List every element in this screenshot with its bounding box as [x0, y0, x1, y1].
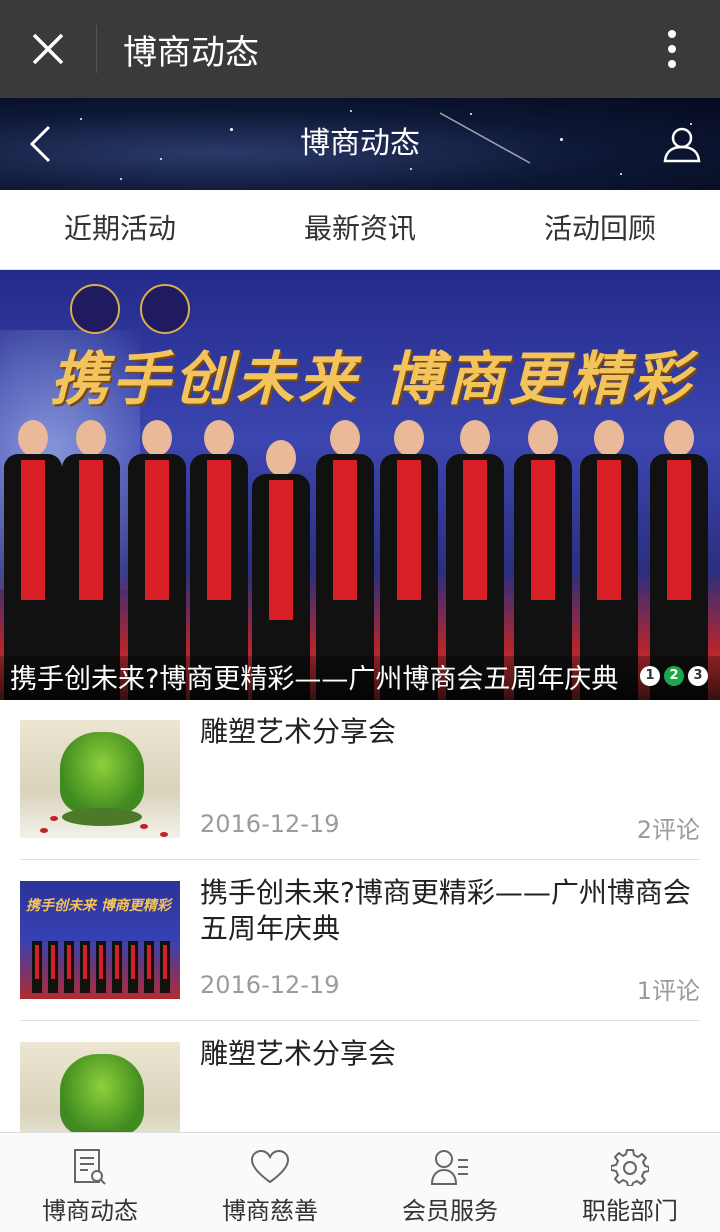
list-item[interactable]: 携手创未来 博商更精彩 携手创未来?博商更精彩——广州博商会五周年庆典 2016… [20, 861, 700, 1021]
article-thumbnail [20, 1042, 180, 1132]
tab-event-review[interactable]: 活动回顾 [480, 190, 720, 269]
carousel-indicator: 1 2 3 [640, 666, 708, 686]
bottom-nav: 博商动态 博商慈善 会员服务 职能部门 [0, 1132, 720, 1232]
page-title: 博商动态 [300, 126, 420, 161]
divider [96, 25, 97, 73]
tab-recent-events[interactable]: 近期活动 [0, 190, 240, 269]
article-title: 雕塑艺术分享会 [200, 1037, 397, 1070]
article-thumbnail: 携手创未来 博商更精彩 [20, 881, 180, 999]
user-button[interactable] [652, 114, 712, 174]
logo [70, 284, 120, 334]
article-date: 2016-12-19 [200, 810, 340, 838]
list-item[interactable]: 雕塑艺术分享会 [20, 1022, 700, 1132]
more-button[interactable] [624, 0, 720, 98]
member-list-icon [430, 1147, 470, 1187]
nav-item-departments[interactable]: 职能部门 [540, 1133, 720, 1232]
nav-label: 博商动态 [42, 1197, 138, 1225]
wechat-title: 博商动态 [123, 32, 259, 73]
more-vertical-icon [668, 30, 676, 68]
banner-sign-text: 携手创未来 博商更精彩 [50, 345, 695, 413]
gear-icon [610, 1147, 650, 1187]
close-button[interactable] [0, 0, 96, 98]
tab-latest-news[interactable]: 最新资讯 [240, 190, 480, 269]
article-date: 2016-12-19 [200, 971, 340, 999]
carousel-dot-1[interactable]: 1 [640, 666, 660, 686]
nav-label: 会员服务 [402, 1197, 498, 1225]
article-comments: 2评论 [636, 816, 700, 844]
user-icon [663, 127, 701, 163]
carousel-dot-3[interactable]: 3 [688, 666, 708, 686]
nav-label: 职能部门 [582, 1197, 678, 1225]
nav-label: 博商慈善 [222, 1197, 318, 1225]
wechat-title-bar: 博商动态 [0, 0, 720, 98]
list-item[interactable]: 雕塑艺术分享会 2016-12-19 2评论 [20, 700, 700, 860]
nav-item-charity[interactable]: 博商慈善 [180, 1133, 360, 1232]
carousel-dot-2[interactable]: 2 [664, 666, 684, 686]
nav-item-news[interactable]: 博商动态 [0, 1133, 180, 1232]
close-icon [32, 33, 64, 65]
page-header: 博商动态 [0, 98, 720, 190]
heart-icon [250, 1147, 290, 1187]
document-search-icon [70, 1147, 110, 1187]
banner-caption: 携手创未来?博商更精彩——广州博商会五周年庆典 [10, 664, 619, 695]
article-list: 雕塑艺术分享会 2016-12-19 2评论 携手创未来 博商更精彩 携手创未来… [0, 700, 720, 1132]
article-title: 携手创未来?博商更精彩——广州博商会五周年庆典 [200, 876, 691, 945]
nav-item-member-service[interactable]: 会员服务 [360, 1133, 540, 1232]
article-thumbnail [20, 720, 180, 838]
article-comments: 1评论 [636, 977, 700, 1005]
category-tabs: 近期活动 最新资讯 活动回顾 [0, 190, 720, 270]
article-title: 雕塑艺术分享会 [200, 715, 397, 748]
banner-carousel[interactable]: 携手创未来 博商更精彩 携手创未来?博商更精彩——广州博商会五周年庆典 1 2 … [0, 270, 720, 700]
logo [140, 284, 190, 334]
